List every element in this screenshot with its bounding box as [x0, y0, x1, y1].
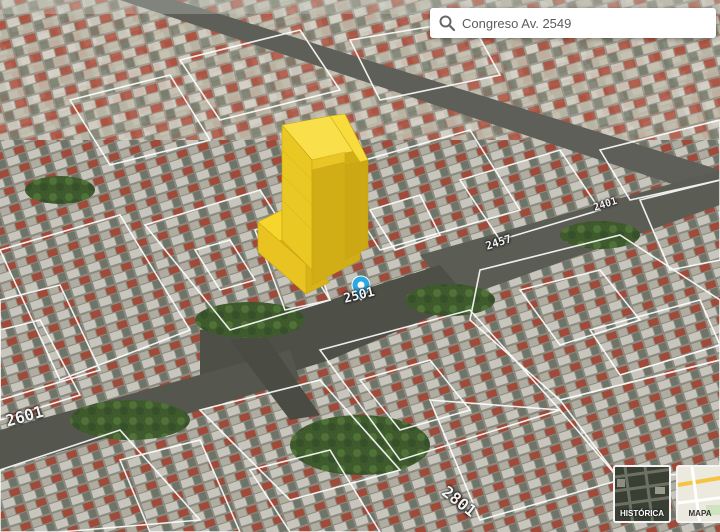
satellite-3d-map[interactable] — [0, 0, 720, 532]
search-icon[interactable] — [438, 14, 456, 32]
search-input[interactable]: Congreso Av. 2549 — [462, 16, 571, 31]
layer-mapa-button[interactable]: MAPA — [676, 465, 720, 523]
search-box[interactable]: Congreso Av. 2549 — [430, 8, 716, 38]
layer-historica-button[interactable]: HISTÓRICA — [613, 465, 671, 523]
layer-historica-label: HISTÓRICA — [620, 509, 664, 518]
layer-mapa-label: MAPA — [688, 509, 712, 518]
